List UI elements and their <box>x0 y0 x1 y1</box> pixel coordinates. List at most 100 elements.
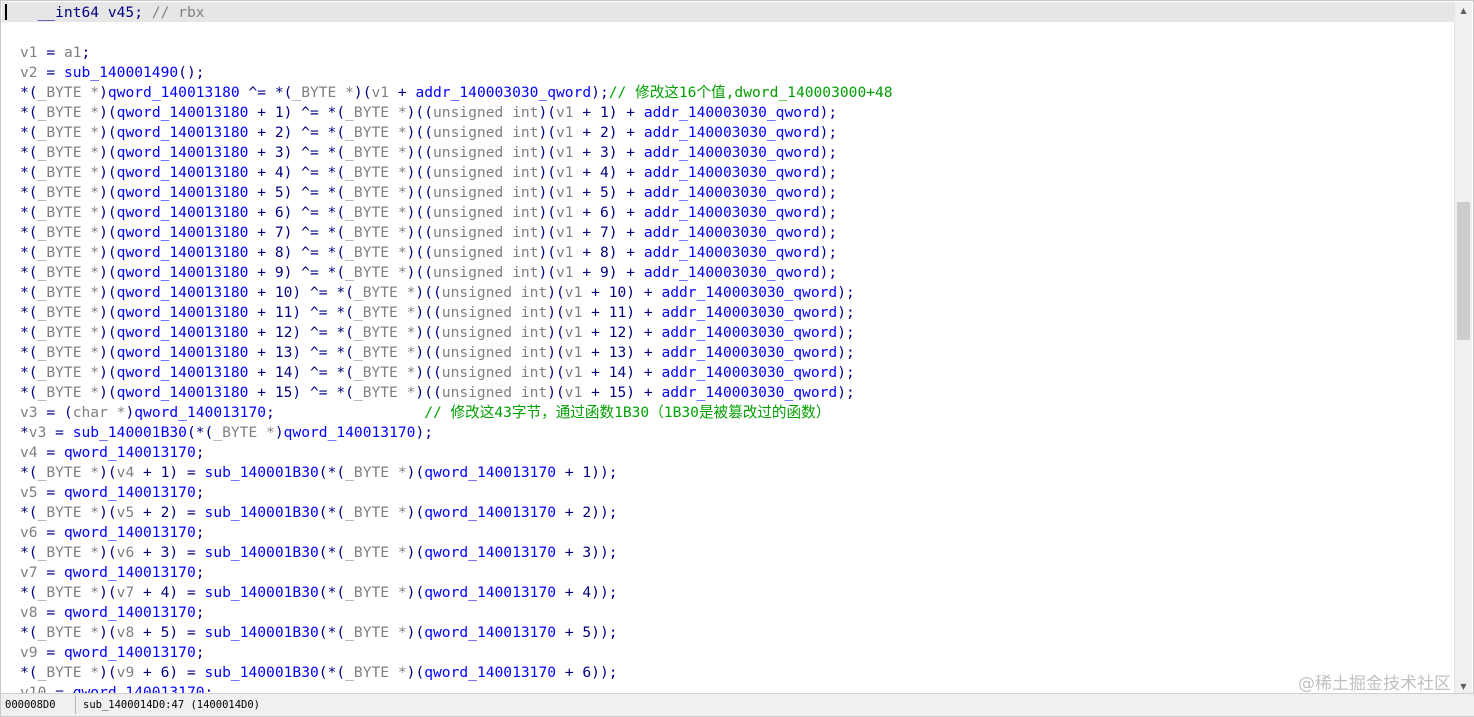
code-line[interactable]: v7 = qword_140013170; <box>20 563 893 583</box>
code-token: v4 <box>20 444 38 461</box>
code-line[interactable]: *(_BYTE *)(qword_140013180 + 2) ^= *(_BY… <box>20 123 893 143</box>
code-token: + 12) + <box>582 324 662 341</box>
code-token: v5 <box>20 484 38 501</box>
code-line[interactable]: v1 = a1; <box>20 43 893 63</box>
code-token: unsigned int <box>441 384 548 401</box>
code-token: qword_140013180 <box>116 324 249 341</box>
code-token: *( <box>20 164 38 181</box>
code-token: sub_140001B30 <box>72 424 187 441</box>
code-token: _BYTE * <box>37 544 100 561</box>
code-token: ); <box>837 384 855 401</box>
code-line[interactable]: *(_BYTE *)(qword_140013180 + 8) ^= *(_BY… <box>20 243 893 263</box>
code-token: )( <box>99 244 117 261</box>
code-token: qword_140013170 <box>424 464 557 481</box>
code-line[interactable]: *(_BYTE *)(qword_140013180 + 7) ^= *(_BY… <box>20 223 893 243</box>
code-token: v9 <box>116 664 135 681</box>
code-token: )( <box>547 384 565 401</box>
code-token: + 5)); <box>556 624 618 641</box>
code-line[interactable]: *(_BYTE *)(v6 + 3) = sub_140001B30(*(_BY… <box>20 543 893 563</box>
code-line[interactable]: *(_BYTE *)(qword_140013180 + 5) ^= *(_BY… <box>20 183 893 203</box>
code-line[interactable]: *v3 = sub_140001B30(*(_BYTE *)qword_1400… <box>20 423 893 443</box>
code-lines[interactable]: __int64 v45; // rbx v1 = a1; v2 = sub_140… <box>20 3 893 695</box>
code-token: qword_140013170 <box>424 664 557 681</box>
code-line[interactable]: v2 = sub_140001490(); <box>20 63 893 83</box>
pseudocode-view[interactable]: __int64 v45; // rbx v1 = a1; v2 = sub_140… <box>2 2 1457 695</box>
code-token: qword_140013170 <box>134 404 267 421</box>
code-line[interactable]: *(_BYTE *)(v8 + 5) = sub_140001B30(*(_BY… <box>20 623 893 643</box>
code-token: *( <box>20 364 38 381</box>
code-line[interactable]: *(_BYTE *)(qword_140013180 + 12) ^= *(_B… <box>20 323 893 343</box>
code-token: )( <box>99 164 117 181</box>
code-token: )( <box>99 504 117 521</box>
code-line[interactable]: *(_BYTE *)(qword_140013180 + 3) ^= *(_BY… <box>20 143 893 163</box>
code-line[interactable]: *(_BYTE *)(qword_140013180 + 14) ^= *(_B… <box>20 363 893 383</box>
code-token: _BYTE * <box>345 264 407 281</box>
code-token: _BYTE * <box>37 304 100 321</box>
code-token: + 1) + <box>573 104 644 121</box>
code-token: v1 <box>556 124 574 141</box>
code-token: )( <box>547 284 565 301</box>
code-token: + 7) + <box>573 224 644 241</box>
code-token: (*( <box>318 504 346 521</box>
code-token: sub_140001B30 <box>204 504 319 521</box>
code-token: _BYTE * <box>345 164 407 181</box>
code-token: )( <box>547 364 565 381</box>
code-token: + 5) = <box>134 624 205 641</box>
code-token: _BYTE * <box>37 164 100 181</box>
code-line[interactable]: v9 = qword_140013170; <box>20 643 893 663</box>
code-line[interactable]: v3 = (char *)qword_140013170; // 修改这43字节… <box>20 403 893 423</box>
code-token: (*( <box>318 664 346 681</box>
code-token: _BYTE * <box>353 324 416 341</box>
code-line[interactable]: *(_BYTE *)(qword_140013180 + 15) ^= *(_B… <box>20 383 893 403</box>
code-token: )( <box>406 584 425 601</box>
code-line[interactable]: *(_BYTE *)(v5 + 2) = sub_140001B30(*(_BY… <box>20 503 893 523</box>
code-token: + 1) = <box>134 464 205 481</box>
code-token: + 15) ^= *( <box>248 384 354 401</box>
code-line[interactable]: *(_BYTE *)(qword_140013180 + 13) ^= *(_B… <box>20 343 893 363</box>
code-line[interactable]: *(_BYTE *)(qword_140013180 + 1) ^= *(_BY… <box>20 103 893 123</box>
code-line[interactable]: *(_BYTE *)(v9 + 6) = sub_140001B30(*(_BY… <box>20 663 893 683</box>
code-token: )( <box>99 304 117 321</box>
code-token: + 3)); <box>556 544 618 561</box>
code-line[interactable]: *(_BYTE *)(qword_140013180 + 6) ^= *(_BY… <box>20 203 893 223</box>
code-token: v4 <box>116 464 135 481</box>
code-line[interactable]: *(_BYTE *)(qword_140013180 + 4) ^= *(_BY… <box>20 163 893 183</box>
code-line[interactable]: *(_BYTE *)(qword_140013180 + 9) ^= *(_BY… <box>20 263 893 283</box>
scroll-up-arrow-icon[interactable]: ▲ <box>1455 2 1472 19</box>
code-token: )(( <box>406 164 433 181</box>
code-line[interactable]: *(_BYTE *)qword_140013180 ^= *(_BYTE *)(… <box>20 83 893 103</box>
code-token: v1 <box>564 344 583 361</box>
code-token: a1 <box>63 44 82 61</box>
code-token: sub_140001B30 <box>204 584 319 601</box>
code-line[interactable]: __int64 v45; // rbx <box>20 3 893 23</box>
code-token: + 2) + <box>573 124 644 141</box>
code-line[interactable] <box>20 23 893 43</box>
code-token: sub_140001B30 <box>204 544 319 561</box>
code-token: _BYTE * <box>37 104 100 121</box>
code-token: + 13) ^= *( <box>248 344 354 361</box>
code-token: + 14) + <box>582 364 662 381</box>
code-token: )(( <box>406 124 433 141</box>
code-line[interactable]: *(_BYTE *)(v4 + 1) = sub_140001B30(*(_BY… <box>20 463 893 483</box>
code-token: *( <box>20 104 38 121</box>
code-token: ; <box>81 44 91 61</box>
code-line[interactable]: v5 = qword_140013170; <box>20 483 893 503</box>
code-line[interactable]: v8 = qword_140013170; <box>20 603 893 623</box>
code-token: addr_140003030_qword <box>643 264 820 281</box>
code-line[interactable]: v6 = qword_140013170; <box>20 523 893 543</box>
code-token: _BYTE * <box>353 364 416 381</box>
code-line[interactable]: *(_BYTE *)(v7 + 4) = sub_140001B30(*(_BY… <box>20 583 893 603</box>
vertical-scrollbar[interactable]: ▲ ▼ <box>1454 2 1472 695</box>
scroll-thumb[interactable] <box>1457 202 1470 340</box>
code-line[interactable]: v4 = qword_140013170; <box>20 443 893 463</box>
code-token: _BYTE * <box>353 304 416 321</box>
code-token: )(( <box>406 104 433 121</box>
code-line[interactable]: *(_BYTE *)(qword_140013180 + 10) ^= *(_B… <box>20 283 893 303</box>
code-token: *( <box>20 204 38 221</box>
code-token: v6 <box>116 544 135 561</box>
code-line[interactable]: *(_BYTE *)(qword_140013180 + 11) ^= *(_B… <box>20 303 893 323</box>
code-token: + 1)); <box>556 464 618 481</box>
code-token: v1 <box>556 184 574 201</box>
code-token: _BYTE * <box>37 624 100 641</box>
code-token: + 5) + <box>573 184 644 201</box>
